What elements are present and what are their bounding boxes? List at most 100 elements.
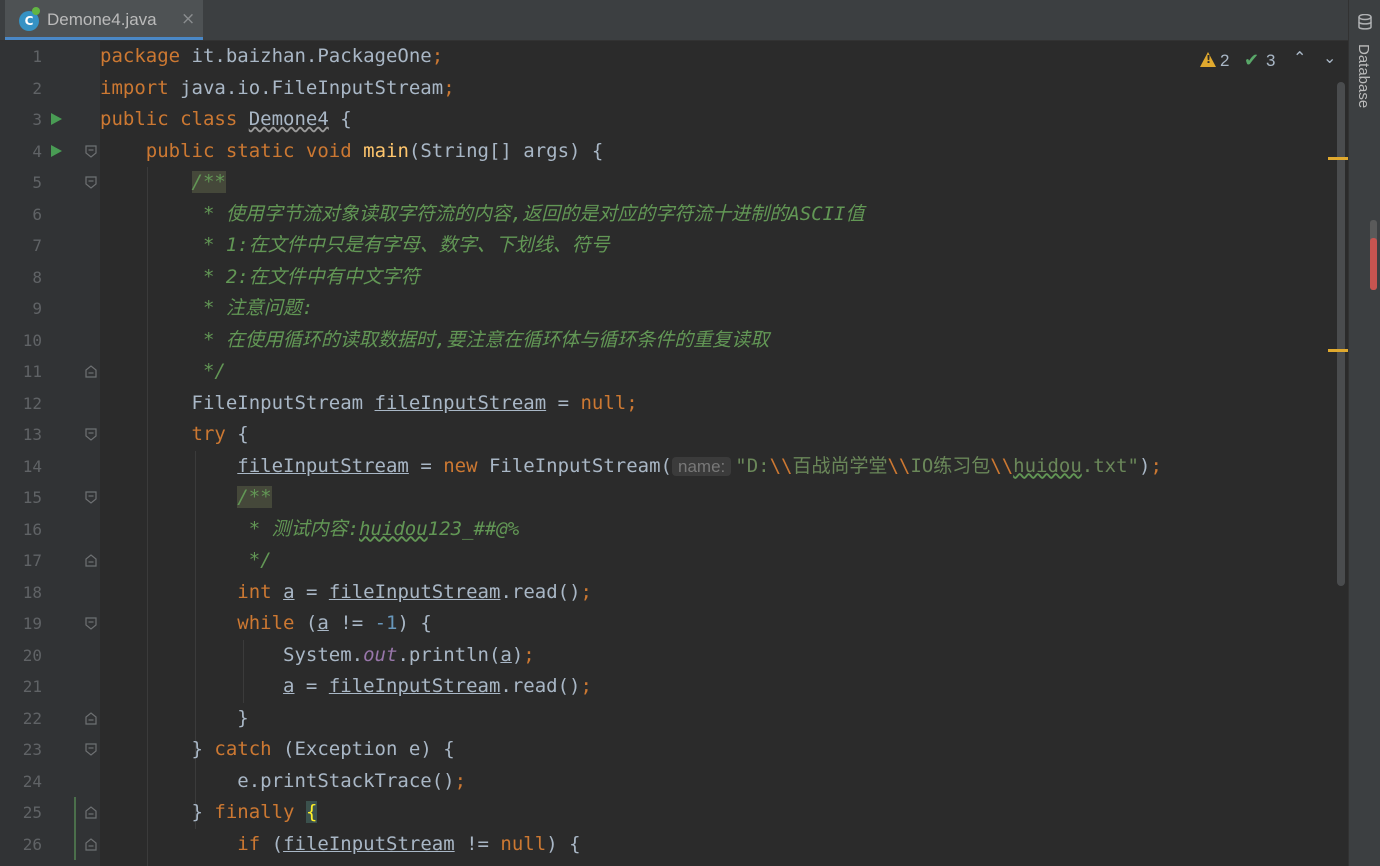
semicolon: ;	[580, 580, 592, 603]
method-name: main	[363, 139, 409, 162]
string-literal: IO练习包	[910, 454, 991, 477]
string-literal: .txt"	[1081, 454, 1139, 477]
fold-end-icon[interactable]	[85, 837, 97, 851]
code-text: )	[1139, 454, 1151, 477]
static-field: out	[363, 643, 398, 666]
variable: a	[283, 675, 295, 697]
code-text: FileInputStream(	[477, 454, 672, 477]
code-text: }	[191, 801, 215, 823]
doc-comment: * 1:在文件中只是有字母、数字、下划线、符号	[191, 234, 610, 256]
line-number: 24	[22, 771, 42, 791]
line-number: 1	[32, 47, 42, 66]
variable: a	[317, 612, 329, 634]
line-number: 19	[22, 614, 42, 633]
semicolon: ;	[454, 769, 467, 792]
doc-comment: */	[191, 360, 226, 382]
runnable-badge-icon	[32, 7, 40, 15]
previous-highlight-button[interactable]: ⌃	[1293, 48, 1306, 67]
class-name: Demone4	[248, 108, 329, 130]
escape-sequence: \\	[990, 454, 1014, 477]
code-text: ) {	[397, 612, 432, 634]
code-line-14: fileInputStream = new FileInputStream(na…	[100, 451, 1162, 483]
doc-comment: * 使用字节流对象读取字符流的内容,返回的是对应的字符流十进制的ASCII值	[191, 202, 865, 225]
line-number: 16	[22, 519, 42, 539]
code-text: )	[511, 643, 524, 666]
line-number: 15	[22, 488, 42, 507]
database-tool-window-button[interactable]: Database	[1355, 44, 1372, 108]
code-editor[interactable]: package it.baizhan.PackageOne; import ja…	[100, 41, 1335, 866]
fold-end-icon[interactable]	[85, 365, 97, 378]
fold-collapse-icon[interactable]	[85, 491, 97, 504]
keyword: null	[580, 391, 627, 414]
tab-demone4-java[interactable]: C Demone4.java ×	[5, 0, 203, 40]
keyword: finally	[214, 801, 295, 823]
code-line-8: * 2:在文件中有中文字符	[100, 262, 420, 294]
string-literal: huidou	[1013, 454, 1082, 477]
keyword: import	[100, 76, 169, 99]
code-text: }	[237, 706, 249, 729]
code-line-18: int a = fileInputStream.read();	[100, 577, 592, 609]
line-number: 20	[22, 645, 42, 665]
package-name: it.baizhan.PackageOne	[180, 45, 432, 67]
keyword: null	[500, 832, 547, 855]
keyword: package	[100, 45, 181, 67]
code-text: .read()	[500, 580, 581, 603]
next-highlight-button[interactable]: ⌄	[1323, 48, 1336, 67]
warning-marker[interactable]	[1328, 157, 1348, 160]
close-icon[interactable]: ×	[181, 9, 195, 29]
matched-brace: {	[305, 801, 318, 823]
vcs-change-marker[interactable]	[74, 797, 76, 860]
fold-end-icon[interactable]	[85, 554, 97, 567]
line-number: 12	[22, 393, 42, 413]
code-line-2: import java.io.FileInputStream;	[100, 73, 455, 105]
semicolon: ;	[626, 391, 638, 414]
vertical-scrollbar[interactable]	[1334, 82, 1348, 866]
inspection-widget[interactable]: ! 2 ✔ 3 ⌃ ⌄	[1196, 48, 1346, 72]
code-line-12: FileInputStream fileInputStream = null;	[100, 388, 638, 420]
doc-comment: * 测试内容:	[237, 517, 360, 540]
fold-collapse-icon[interactable]	[85, 428, 97, 441]
doc-comment: huidou	[359, 517, 428, 540]
run-icon[interactable]	[51, 113, 62, 125]
keyword: public class	[100, 108, 238, 130]
variable: fileInputStream	[374, 391, 547, 414]
doc-comment: * 2:在文件中有中文字符	[191, 265, 420, 288]
line-number: 8	[32, 267, 42, 287]
doc-comment: /**	[191, 171, 226, 193]
fold-collapse-icon[interactable]	[85, 176, 97, 189]
error-stripe-marker	[1370, 238, 1377, 290]
code-line-9: * 注意问题:	[100, 293, 313, 325]
code-line-23: } catch (Exception e) {	[100, 734, 455, 766]
keyword: public static void	[145, 139, 352, 162]
editor-tab-bar: C Demone4.java ×	[0, 0, 1348, 41]
doc-comment: 123_##@%	[427, 517, 520, 540]
fold-collapse-icon[interactable]	[85, 617, 97, 630]
fold-end-icon[interactable]	[85, 711, 97, 725]
code-line-6: * 使用字节流对象读取字符流的内容,返回的是对应的字符流十进制的ASCII值	[100, 199, 865, 231]
fold-collapse-icon[interactable]	[85, 743, 97, 756]
semicolon: ;	[1150, 454, 1162, 477]
doc-comment: /**	[237, 486, 272, 508]
fold-end-icon[interactable]	[85, 806, 97, 819]
line-number: 21	[22, 677, 42, 696]
doc-comment: * 在使用循环的读取数据时,要注意在循环体与循环条件的重复读取	[191, 328, 770, 351]
code-line-22: }	[100, 703, 249, 735]
operator: =	[294, 675, 329, 697]
ok-count: 3	[1266, 51, 1276, 70]
code-line-3: public class Demone4 {	[100, 104, 352, 136]
run-icon[interactable]	[51, 144, 62, 157]
keyword: while	[237, 612, 295, 634]
operator: =	[294, 580, 329, 603]
code-text: {	[328, 108, 352, 130]
type-name: FileInputStream	[191, 391, 375, 414]
code-line-15: /**	[100, 482, 272, 514]
line-number: 17	[22, 551, 42, 570]
semicolon: ;	[431, 45, 444, 67]
operator: =	[546, 391, 581, 414]
escape-sequence: \\	[769, 454, 793, 477]
code-line-25: } finally {	[100, 797, 318, 829]
warning-marker[interactable]	[1328, 349, 1348, 352]
code-text: (	[294, 612, 318, 634]
fold-collapse-icon[interactable]	[85, 144, 97, 158]
